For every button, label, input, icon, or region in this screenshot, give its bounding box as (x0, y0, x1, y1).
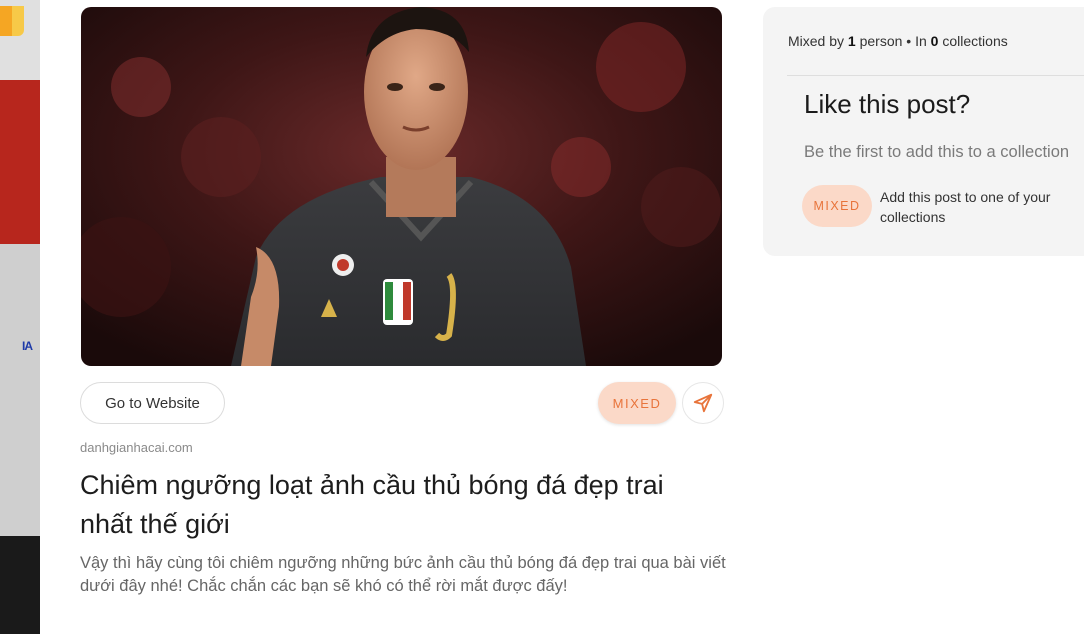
mixed-button[interactable]: MIXED (598, 382, 676, 424)
background-content (0, 244, 40, 536)
send-icon (693, 393, 713, 413)
background-banner (0, 80, 40, 244)
go-to-website-button[interactable]: Go to Website (80, 382, 225, 424)
background-logo (0, 6, 24, 36)
post-hero-image[interactable] (81, 7, 722, 366)
football-player-photo (81, 7, 722, 366)
post-title: Chiêm ngưỡng loạt ảnh cầu thủ bóng đá đẹ… (80, 470, 664, 539)
panel-mixed-button[interactable]: MIXED (802, 185, 872, 227)
share-button[interactable] (682, 382, 724, 424)
mixed-by-meta: Mixed by 1 person • In 0 collections (788, 33, 1008, 49)
meta-person: person • In (855, 33, 931, 49)
background-brand-mark: IA (22, 339, 33, 353)
meta-suffix: collections (938, 33, 1008, 49)
be-first-text: Be the first to add this to a collection (804, 143, 1070, 161)
add-to-collection-text: Add this post to one of your collections (880, 189, 1051, 225)
post-description: Vậy thì hãy cùng tôi chiêm ngưỡng những … (80, 554, 726, 595)
background-footer (0, 536, 40, 634)
like-post-heading: Like this post? (804, 89, 971, 119)
background-page-strip: IA (0, 0, 40, 634)
mixed-by-count: 1 (847, 33, 856, 49)
panel-divider (787, 75, 1084, 76)
source-domain[interactable]: danhgianhacai.com (80, 440, 193, 455)
meta-prefix: Mixed by (788, 33, 848, 49)
